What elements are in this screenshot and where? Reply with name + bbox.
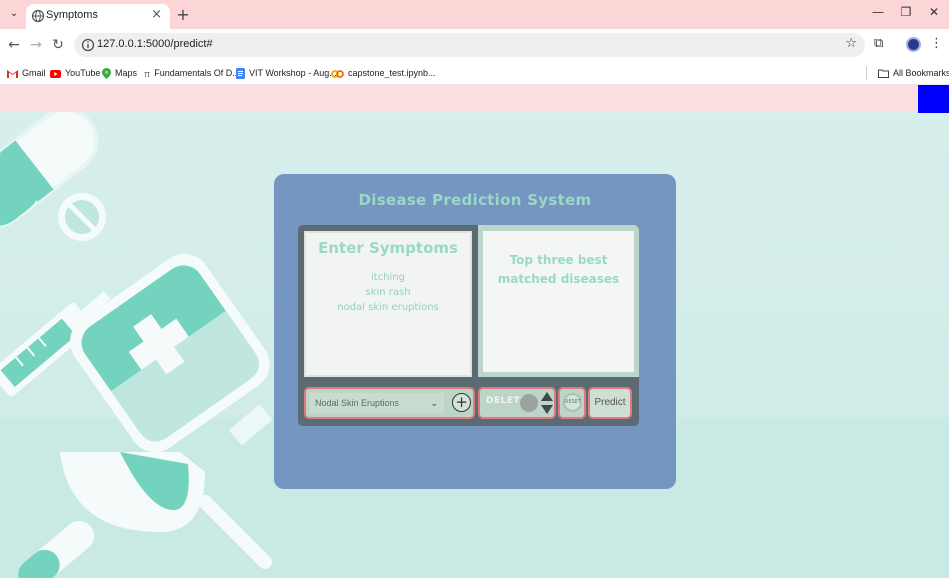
- add-symptom-button[interactable]: +: [452, 393, 471, 412]
- symptom-select[interactable]: Nodal Skin Eruptions ⌄: [310, 393, 444, 413]
- bookmark-maps[interactable]: Maps: [102, 65, 137, 81]
- pi-icon: π: [144, 68, 151, 79]
- delete-group: DELETE: [478, 387, 556, 419]
- plus-icon: +: [455, 393, 468, 411]
- extensions-icon[interactable]: ⧉: [874, 36, 883, 51]
- all-bookmarks-label: All Bookmarks: [893, 68, 949, 78]
- minimize-icon[interactable]: —: [868, 5, 888, 19]
- new-tab-icon[interactable]: +: [174, 5, 192, 24]
- bookmark-vit-workshop[interactable]: VIT Workshop - Aug...: [236, 65, 337, 81]
- reset-label: RESET: [565, 399, 582, 405]
- maps-icon: [102, 68, 111, 80]
- chevron-down-icon: ⌄: [430, 398, 438, 408]
- tab-close-icon[interactable]: ×: [151, 7, 162, 22]
- tab-title: Symptoms: [46, 9, 98, 21]
- bookmark-label: Fundamentals Of D...: [154, 68, 240, 78]
- top-banner: [0, 85, 949, 112]
- symptom-item: itching: [371, 272, 405, 283]
- delete-icon[interactable]: [520, 394, 538, 412]
- window-close-icon[interactable]: ✕: [924, 5, 944, 19]
- bookmark-star-icon[interactable]: ☆: [845, 36, 857, 51]
- prediction-card: Disease Prediction System Enter Symptoms…: [274, 174, 676, 489]
- prediction-frame: Enter Symptoms itching skin rash nodal s…: [298, 225, 639, 426]
- bookmark-youtube[interactable]: YouTube: [50, 65, 100, 81]
- all-bookmarks[interactable]: All Bookmarks: [878, 65, 949, 81]
- bookmark-label: VIT Workshop - Aug...: [249, 68, 337, 78]
- tab-search-chevron-icon[interactable]: ⌄: [6, 6, 22, 22]
- reload-icon[interactable]: ↻: [50, 37, 66, 53]
- page-title: Disease Prediction System: [358, 191, 592, 209]
- predict-group: Predict: [588, 387, 632, 419]
- address-bar[interactable]: 127.0.0.1:5000/predict# ☆: [74, 33, 865, 57]
- reset-button[interactable]: RESET: [563, 393, 582, 412]
- youtube-icon: [50, 69, 61, 78]
- globe-icon: [31, 9, 45, 23]
- url-text: 127.0.0.1:5000/predict#: [97, 38, 213, 50]
- symptoms-panel: Enter Symptoms itching skin rash nodal s…: [304, 231, 472, 377]
- symptom-item: nodal skin eruptions: [337, 302, 439, 313]
- site-info-icon[interactable]: [81, 38, 95, 52]
- browser-tab[interactable]: Symptoms ×: [26, 4, 170, 29]
- reset-group: RESET: [558, 387, 586, 419]
- bookmark-label: Maps: [115, 68, 138, 78]
- symptom-select-value: Nodal Skin Eruptions: [315, 398, 400, 408]
- forward-icon[interactable]: →: [28, 37, 44, 53]
- page-viewport: ···: [0, 85, 949, 578]
- profile-avatar[interactable]: [906, 37, 921, 52]
- bookmark-gmail[interactable]: Gmail: [7, 65, 46, 81]
- bookmark-label: capstone_test.ipynb...: [348, 68, 436, 78]
- symptom-input-group: Nodal Skin Eruptions ⌄ +: [304, 387, 475, 419]
- bookmarks-bar: Gmail YouTube Maps π Fundamentals Of D...…: [0, 61, 949, 85]
- symptom-item: skin rash: [365, 287, 411, 298]
- folder-icon: [878, 69, 889, 79]
- menu-kebab-icon[interactable]: ⋮: [930, 36, 943, 51]
- up-down-arrows-icon[interactable]: [540, 391, 554, 415]
- colab-icon: [331, 69, 344, 78]
- bookmark-fundamentals[interactable]: π Fundamentals Of D...: [144, 65, 240, 81]
- results-heading: Top three best matched diseases: [497, 253, 620, 286]
- predict-button[interactable]: Predict: [590, 389, 630, 417]
- results-box: Top three best matched diseases: [483, 231, 634, 372]
- bookmark-capstone[interactable]: capstone_test.ipynb...: [331, 65, 436, 81]
- symptoms-heading: Enter Symptoms: [318, 239, 458, 257]
- tab-strip: ⌄ Symptoms × + — ❐ ✕: [0, 0, 949, 29]
- blue-corner-box: ···: [918, 85, 949, 113]
- results-panel: Top three best matched diseases: [478, 225, 639, 377]
- restore-icon[interactable]: ❐: [896, 5, 916, 19]
- bookmark-label: YouTube: [65, 68, 101, 78]
- docs-icon: [236, 68, 245, 80]
- bookmarks-separator: [866, 66, 867, 80]
- gmail-icon: [7, 70, 18, 79]
- browser-toolbar: ← → ↻ 127.0.0.1:5000/predict# ☆ ⧉ ⋮: [0, 29, 949, 61]
- back-icon[interactable]: ←: [6, 37, 22, 53]
- bookmark-label: Gmail: [22, 68, 46, 78]
